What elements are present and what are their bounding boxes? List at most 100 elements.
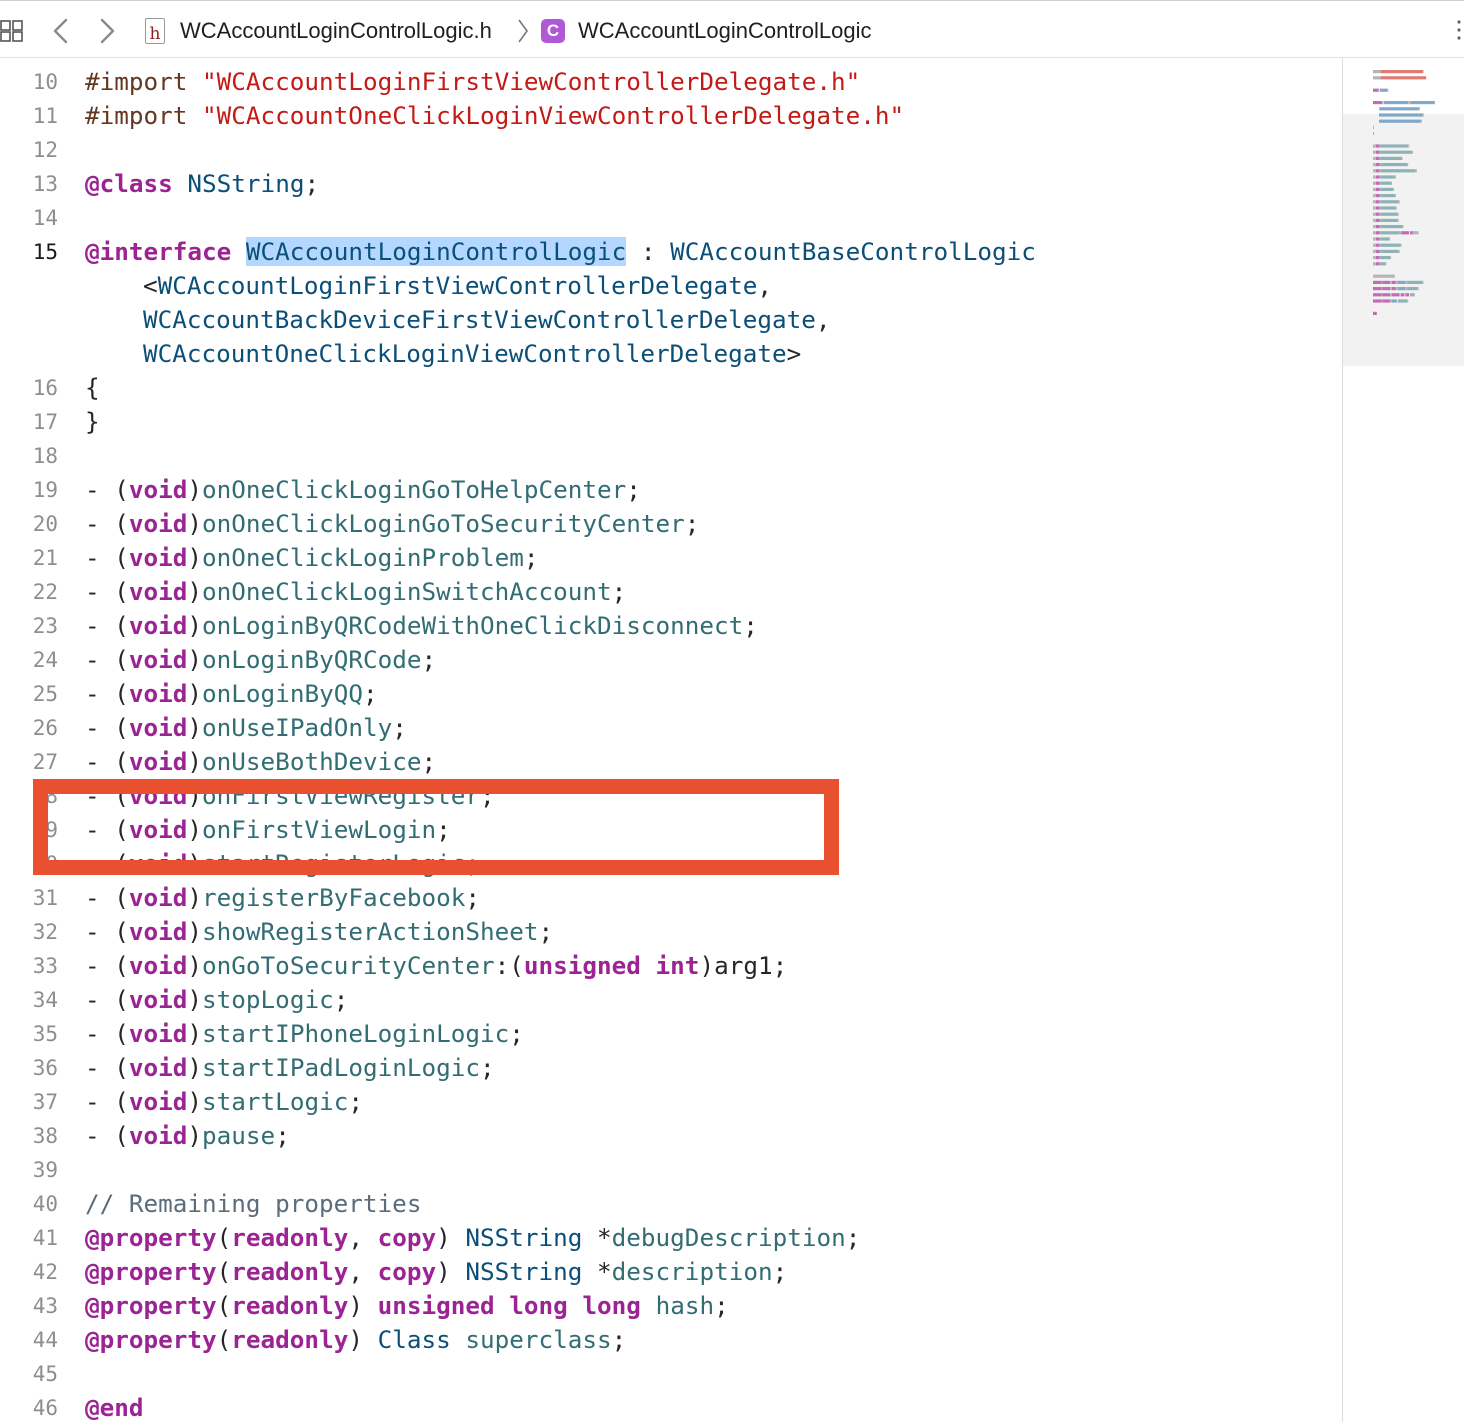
code-text: - (void)stopLogic; [85,983,348,1017]
minimap-mark [1373,274,1395,278]
minimap-mark [1379,187,1381,191]
code-token: description [611,1257,773,1286]
code-line[interactable]: 17} [0,405,1342,439]
minimap-mark [1380,181,1391,185]
breadcrumb-file[interactable]: WCAccountLoginControlLogic.h [180,17,492,45]
code-line[interactable]: 35 - (void)startIPhoneLoginLogic; [0,1017,1342,1051]
code-token: :( [494,951,524,980]
code-text: - (void)onLoginByQRCodeWithOneClickDisco… [85,609,758,643]
code-line[interactable]: 14 [0,201,1342,235]
line-number: 27 [32,750,58,774]
code-token: ) [187,1053,203,1082]
code-token: ; [348,1087,363,1116]
code-line[interactable]: 36 - (void)startIPadLoginLogic; [0,1051,1342,1085]
minimap-mark [1373,70,1381,74]
code-token: - ( [85,475,129,504]
code-line[interactable]: 43 @property(readonly) unsigned long long… [0,1289,1342,1323]
code-token: , [757,271,773,300]
code-token: Class [377,1325,451,1354]
minimap-mark [1380,206,1396,210]
code-line[interactable]: 32 - (void)showRegisterActionSheet; [0,915,1342,949]
chevron-right-icon[interactable] [94,17,120,45]
code-token: debugDescription [611,1223,846,1252]
code-line[interactable]: 37 - (void)startLogic; [0,1085,1342,1119]
line-number: 46 [32,1396,58,1420]
code-line[interactable]: 11 #import "WCAccountOneClickLoginViewCon… [0,99,1342,133]
code-editor[interactable]: 10 #import "WCAccountLoginFirstViewContro… [0,58,1342,1422]
code-line[interactable]: 10 #import "WCAccountLoginFirstViewContro… [0,65,1342,99]
minimap-mark [1397,299,1408,303]
code-line[interactable]: 39 [0,1153,1342,1187]
code-line[interactable]: 30 - (void)startRegisterLogic; [0,847,1342,881]
line-number: 44 [32,1328,58,1352]
code-line[interactable]: <WCAccountLoginFirstViewControllerDelega… [0,269,1342,303]
code-line[interactable]: 27 - (void)onUseBothDevice; [0,745,1342,779]
code-token: readonly [231,1325,349,1354]
code-line[interactable]: 33 - (void)onGoToSecurityCenter:(unsigned… [0,949,1342,983]
code-line[interactable]: 38 - (void)pause; [0,1119,1342,1153]
code-line[interactable]: 28 - (void)onFirstViewRegister; [0,779,1342,813]
line-number: 42 [32,1260,58,1284]
code-token: onOneClickLoginGoToSecurityCenter [202,509,685,538]
code-token: ) [187,815,203,844]
minimap-mark [1375,169,1380,173]
minimap-mark [1373,150,1376,154]
minimap-mark [1375,200,1380,204]
code-line[interactable]: WCAccountBackDeviceFirstViewControllerDe… [0,303,1342,337]
minimap-mark [1379,206,1381,210]
code-line[interactable]: 44 @property(readonly) Class superclass; [0,1323,1342,1357]
code-line[interactable]: 31 - (void)registerByFacebook; [0,881,1342,915]
minimap-mark [1379,150,1381,154]
code-line[interactable]: 21 - (void)onOneClickLoginProblem; [0,541,1342,575]
line-number: 26 [32,716,58,740]
vertical-dots-icon[interactable] [1456,19,1462,41]
breadcrumb-class[interactable]: WCAccountLoginControlLogic [578,17,872,45]
minimap-mark [1390,256,1392,260]
code-token: - ( [85,509,129,538]
code-token: ; [845,1223,861,1252]
minimap-mark [1380,175,1395,179]
code-line[interactable]: 12 [0,133,1342,167]
code-line[interactable]: 46 @end [0,1391,1342,1422]
code-line[interactable]: 16 { [0,371,1342,405]
code-line[interactable]: 24 - (void)onLoginByQRCode; [0,643,1342,677]
minimap-mark [1381,293,1383,297]
code-line[interactable]: 19 - (void)onOneClickLoginGoToHelpCenter; [0,473,1342,507]
minimap-mark [1415,169,1417,173]
code-line[interactable]: 22 - (void)onOneClickLoginSwitchAccount; [0,575,1342,609]
grid-icon[interactable] [0,19,24,43]
code-token: startIPhoneLoginLogic [202,1019,510,1048]
code-line[interactable]: 15 @interface WCAccountLoginControlLogic … [0,235,1342,269]
minimap-mark [1373,200,1376,204]
minimap-mark [1379,88,1388,92]
code-token: ) [436,1223,466,1252]
code-line[interactable]: 29 - (void)onFirstViewLogin; [0,813,1342,847]
minimap-mark [1380,256,1391,260]
minimap-mark [1380,156,1402,160]
code-line[interactable]: 25 - (void)onLoginByQQ; [0,677,1342,711]
code-line[interactable]: 13 @class NSString; [0,167,1342,201]
code-line[interactable]: 42 @property(readonly, copy) NSString *de… [0,1255,1342,1289]
code-line[interactable]: 45 [0,1357,1342,1391]
code-line[interactable]: 26 - (void)onUseIPadOnly; [0,711,1342,745]
minimap-mark [1379,212,1381,216]
line-number: 32 [32,920,58,944]
minimap-mark [1379,144,1381,148]
minimap-mark [1375,187,1380,191]
minimap-mark [1397,280,1406,284]
minimap-mark [1381,299,1383,303]
code-line[interactable]: 40 // Remaining properties [0,1187,1342,1221]
code-text: } [85,405,100,439]
code-line[interactable]: 20 - (void)onOneClickLoginGoToSecurityCen… [0,507,1342,541]
code-line[interactable]: 23 - (void)onLoginByQRCodeWithOneClickDis… [0,609,1342,643]
chevron-left-icon[interactable] [48,17,74,45]
minimap-mark [1380,231,1400,235]
minimap[interactable] [1342,58,1464,1422]
code-line[interactable]: WCAccountOneClickLoginViewControllerDele… [0,337,1342,371]
code-line[interactable]: 18 [0,439,1342,473]
code-line[interactable]: 41 @property(readonly, copy) NSString *de… [0,1221,1342,1255]
code-line[interactable]: 34 - (void)stopLogic; [0,983,1342,1017]
line-number: 41 [32,1226,58,1250]
line-number: 16 [32,376,58,400]
